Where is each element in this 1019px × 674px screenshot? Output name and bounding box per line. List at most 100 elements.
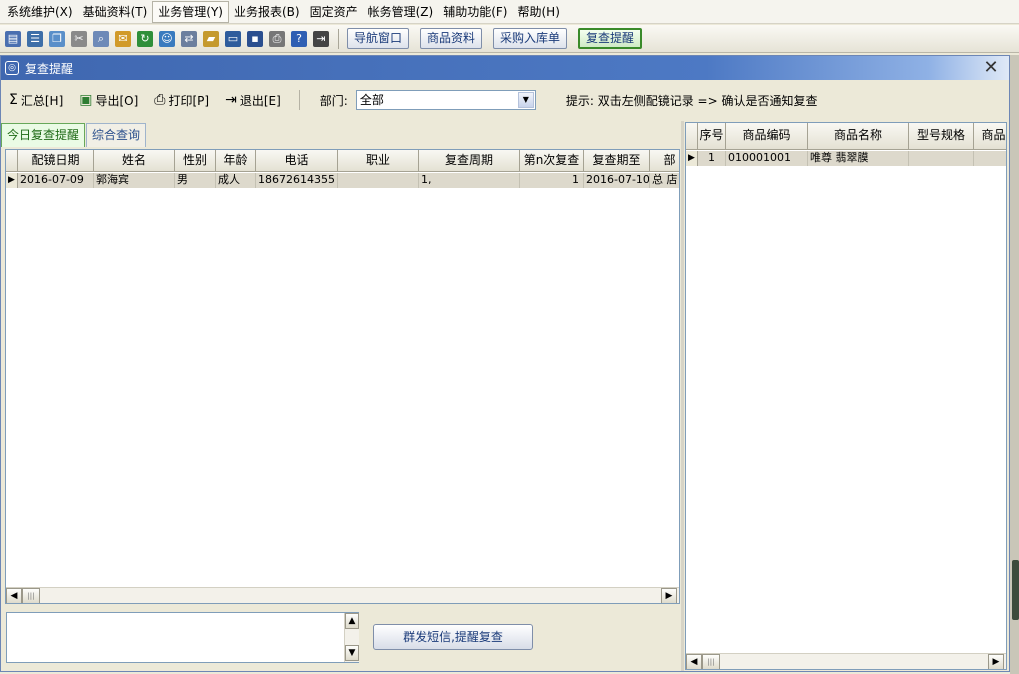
chat-icon[interactable]: ✉ <box>115 30 131 47</box>
table-cell <box>974 151 1006 166</box>
send-sms-button[interactable]: 群发短信,提醒复查 <box>373 624 533 650</box>
menu-business[interactable]: 业务管理(Y) <box>152 0 229 23</box>
right-grid-header: 序号 商品编码 商品名称 型号规格 商品 <box>686 123 1006 150</box>
sum-button[interactable]: Σ 汇总[H] <box>9 92 63 109</box>
message-vscrollbar[interactable]: ▲ ▼ <box>344 613 359 662</box>
menu-help[interactable]: 帮助(H) <box>513 1 565 23</box>
exit-button[interactable]: ⇥ 退出[E] <box>225 92 281 109</box>
save-icon[interactable]: ▪ <box>247 30 263 47</box>
tools-icon[interactable]: ✂ <box>71 30 87 47</box>
column-header[interactable]: 商品编码 <box>726 123 808 150</box>
scroll-up-icon[interactable]: ▲ <box>345 613 359 629</box>
department-select[interactable]: 全部 ▼ <box>355 90 536 110</box>
scroll-left-icon[interactable]: ◀ <box>686 654 702 669</box>
scroll-left-icon[interactable]: ◀ <box>6 588 22 603</box>
window-toolbar: Σ 汇总[H] ▣ 导出[O] ⎙ 打印[P] ⇥ 退出[E] 部门: 全部 ▼… <box>1 82 1009 118</box>
column-header[interactable]: 性别 <box>175 150 216 172</box>
scroll-down-icon[interactable]: ▼ <box>345 645 359 661</box>
print-button[interactable]: ⎙ 打印[P] <box>154 92 209 109</box>
help-icon[interactable]: ? <box>291 30 307 47</box>
department-label: 部门: <box>319 93 348 108</box>
table-cell: 010001001 <box>726 151 808 166</box>
purchase-order-button[interactable]: 采购入库单 <box>493 28 568 49</box>
sigma-icon: Σ <box>9 92 18 108</box>
column-header[interactable]: 商品 <box>974 123 1006 150</box>
column-header[interactable]: 年龄 <box>216 150 256 172</box>
column-header[interactable]: 部 <box>650 150 679 172</box>
left-grid-hscrollbar[interactable]: ◀ ||| ▶ <box>6 587 679 603</box>
printer-icon: ⎙ <box>154 92 166 108</box>
table-cell: 1 <box>520 173 584 188</box>
close-button[interactable]: ✕ <box>977 57 1005 79</box>
window-titlebar: ◎ 复查提醒 ✕ <box>1 56 1009 80</box>
toolbar-separator <box>338 28 339 49</box>
column-header[interactable]: 配镜日期 <box>18 150 94 172</box>
scroll-thumb[interactable]: ||| <box>702 654 720 669</box>
scroll-right-icon[interactable]: ▶ <box>988 654 1004 669</box>
right-grid-hscrollbar[interactable]: ◀ ||| ▶ <box>686 653 1006 669</box>
menu-aux[interactable]: 辅助功能(F) <box>438 1 512 23</box>
table-row[interactable]: ▶ 1 010001001 唯尊 翡翠膜 <box>686 151 1006 166</box>
sum-label: 汇总[H] <box>20 93 64 108</box>
chevron-down-icon[interactable]: ▼ <box>517 92 534 108</box>
column-header[interactable]: 商品名称 <box>808 123 909 150</box>
table-row[interactable]: ▶ 2016-07-09 郭海宾男成人 18672614355 1, 1 2016-07-1… <box>6 173 679 188</box>
nav-window-button[interactable]: 导航窗口 <box>347 28 410 49</box>
list-icon[interactable]: ☰ <box>27 30 43 47</box>
scroll-thumb[interactable]: ||| <box>22 588 40 603</box>
table-cell <box>338 173 419 188</box>
recheck-reminder-button[interactable]: 复查提醒 <box>578 28 643 49</box>
window-title: 复查提醒 <box>25 62 74 76</box>
department-value: 全部 <box>359 93 384 107</box>
product-detail-grid: 序号 商品编码 商品名称 型号规格 商品 ▶ 1 010001001 唯尊 翡翠膜 ◀ |||… <box>685 122 1007 670</box>
table-cell: 18672614355 <box>256 173 338 188</box>
panel-splitter[interactable] <box>681 121 684 671</box>
print-label: 打印[P] <box>168 93 210 108</box>
recheck-reminder-window: ◎ 复查提醒 ✕ Σ 汇总[H] ▣ 导出[O] ⎙ 打印[P] ⇥ 退出[E]… <box>0 55 1010 672</box>
column-header[interactable]: 复查周期 <box>419 150 520 172</box>
menu-asset[interactable]: 固定资产 <box>305 1 363 23</box>
table-cell: 唯尊 翡翠膜 <box>808 151 909 166</box>
export-button[interactable]: ▣ 导出[O] <box>79 92 138 109</box>
folder-icon[interactable]: ▰ <box>203 30 219 47</box>
exit-icon[interactable]: ⇥ <box>313 30 329 47</box>
scroll-right-icon[interactable]: ▶ <box>661 588 677 603</box>
table-cell: 郭海宾 <box>94 173 175 188</box>
windows-icon[interactable]: ❐ <box>49 30 65 47</box>
refresh-icon[interactable]: ↻ <box>137 30 153 47</box>
table-cell: 男 <box>175 173 216 188</box>
column-header[interactable]: 第n次复查 <box>520 150 584 172</box>
tab-comprehensive-query[interactable]: 综合查询 <box>86 123 147 147</box>
column-header[interactable]: 电话 <box>256 150 338 172</box>
column-header[interactable]: 型号规格 <box>909 123 974 150</box>
sms-message-input[interactable]: ▲ ▼ <box>6 612 359 663</box>
menu-report[interactable]: 业务报表(B) <box>229 1 305 23</box>
left-grid-header: 配镜日期 姓名 性别 年龄 电话 职业 复查周期 第n次复查 复查期至部 <box>6 150 679 172</box>
table-cell: 2016-07-10 <box>584 173 650 188</box>
print-icon[interactable]: ⎙ <box>269 30 285 47</box>
users-icon[interactable]: ☺ <box>159 30 175 47</box>
hint-text: 提示: 双击左侧配镜记录 => 确认是否通知复查 <box>565 93 818 108</box>
table-cell: 总 店 <box>650 173 679 188</box>
table-cell: 1 <box>698 151 726 166</box>
column-header[interactable]: 复查期至 <box>584 150 650 172</box>
grid-icon[interactable]: ▤ <box>5 30 21 47</box>
column-header[interactable]: 序号 <box>698 123 726 150</box>
search-doc-icon[interactable]: ⌕ <box>93 30 109 47</box>
export-label: 导出[O] <box>95 93 139 108</box>
column-header[interactable]: 姓名 <box>94 150 175 172</box>
menu-account[interactable]: 帐务管理(Z) <box>363 1 439 23</box>
grid-corner <box>6 150 18 172</box>
transfer-icon[interactable]: ⇄ <box>181 30 197 47</box>
door-exit-icon: ⇥ <box>225 92 237 108</box>
menu-basic[interactable]: 基础资料(T) <box>78 1 153 23</box>
column-header[interactable]: 职业 <box>338 150 419 172</box>
product-info-button[interactable]: 商品资料 <box>420 28 483 49</box>
action-separator <box>298 90 300 110</box>
menu-system[interactable]: 系统维护(X) <box>2 1 78 23</box>
recheck-record-grid: 配镜日期 姓名 性别 年龄 电话 职业 复查周期 第n次复查 复查期至部 ▶ 2016-07-09… <box>5 149 680 604</box>
window-icon: ◎ <box>5 61 19 75</box>
tab-today-reminder[interactable]: 今日复查提醒 <box>1 123 86 147</box>
table-cell: 1, <box>419 173 520 188</box>
monitor-icon[interactable]: ▭ <box>225 30 241 47</box>
